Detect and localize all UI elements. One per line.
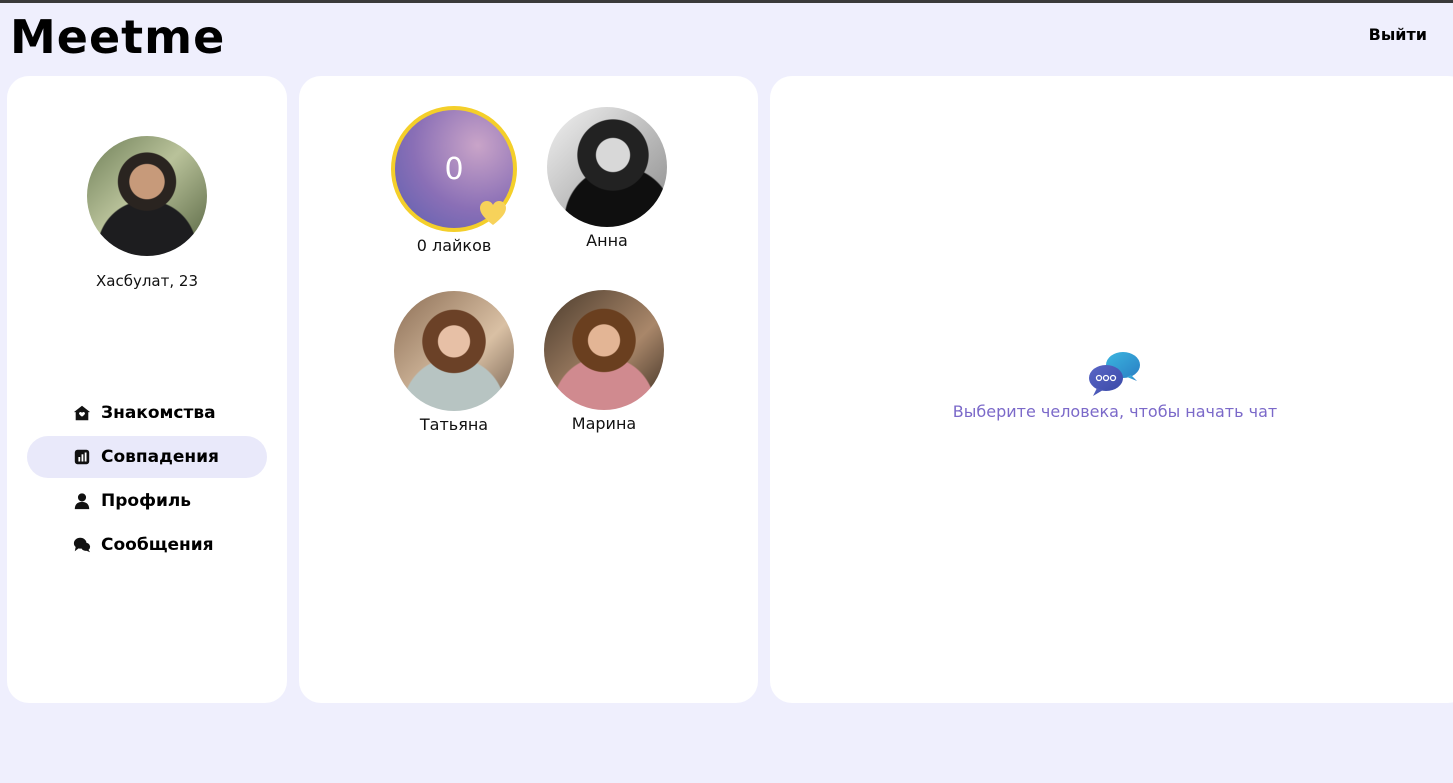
nav-item-matches[interactable]: Совпадения — [27, 436, 267, 478]
chat-panel: Выберите человека, чтобы начать чат — [770, 76, 1453, 703]
chart-icon — [73, 448, 91, 466]
nav-item-label: Совпадения — [101, 447, 219, 467]
match-card[interactable]: Анна — [527, 107, 687, 250]
matches-panel: 0 0 лайков Анна Татьяна Марина — [299, 76, 758, 703]
nav-item-label: Профиль — [101, 491, 192, 511]
sidebar-nav: Знакомства Совпадения Профиль Сообщения — [27, 392, 267, 568]
nav-item-label: Сообщения — [101, 535, 214, 555]
match-card[interactable]: Марина — [524, 290, 684, 433]
likes-counter-circle[interactable]: 0 — [391, 106, 517, 232]
match-photo[interactable] — [394, 291, 514, 411]
match-photo[interactable] — [547, 107, 667, 227]
likes-tile[interactable]: 0 0 лайков — [374, 106, 534, 255]
match-photo[interactable] — [544, 290, 664, 410]
logout-button[interactable]: Выйти — [1369, 25, 1427, 44]
home-heart-icon — [73, 404, 91, 422]
user-icon — [73, 492, 91, 510]
logo-text: Meetme — [10, 10, 226, 64]
match-name: Марина — [571, 414, 637, 433]
nav-item-dating[interactable]: Знакомства — [27, 392, 267, 434]
nav-item-messages[interactable]: Сообщения — [27, 524, 267, 566]
user-name: Хасбулат, 23 — [96, 272, 198, 290]
avatar[interactable] — [87, 136, 207, 256]
heart-icon — [480, 201, 506, 225]
sidebar: Хасбулат, 23 Знакомства Совпадения Профи… — [7, 76, 287, 703]
logo[interactable]: Meetme — [10, 10, 225, 64]
chat-empty-state: Выберите человека, чтобы начать чат — [770, 350, 1453, 421]
header: Meetme Выйти — [0, 3, 1453, 73]
chat-placeholder-text: Выберите человека, чтобы начать чат — [952, 402, 1278, 421]
match-name: Татьяна — [419, 415, 489, 434]
match-name: Анна — [586, 231, 628, 250]
chat-bubbles-icon — [1089, 352, 1140, 396]
nav-item-profile[interactable]: Профиль — [27, 480, 267, 522]
nav-item-label: Знакомства — [101, 403, 216, 423]
chat-bubbles-icon — [73, 536, 91, 554]
match-card[interactable]: Татьяна — [374, 291, 534, 434]
likes-count: 0 — [444, 151, 464, 187]
likes-label: 0 лайков — [416, 236, 492, 255]
